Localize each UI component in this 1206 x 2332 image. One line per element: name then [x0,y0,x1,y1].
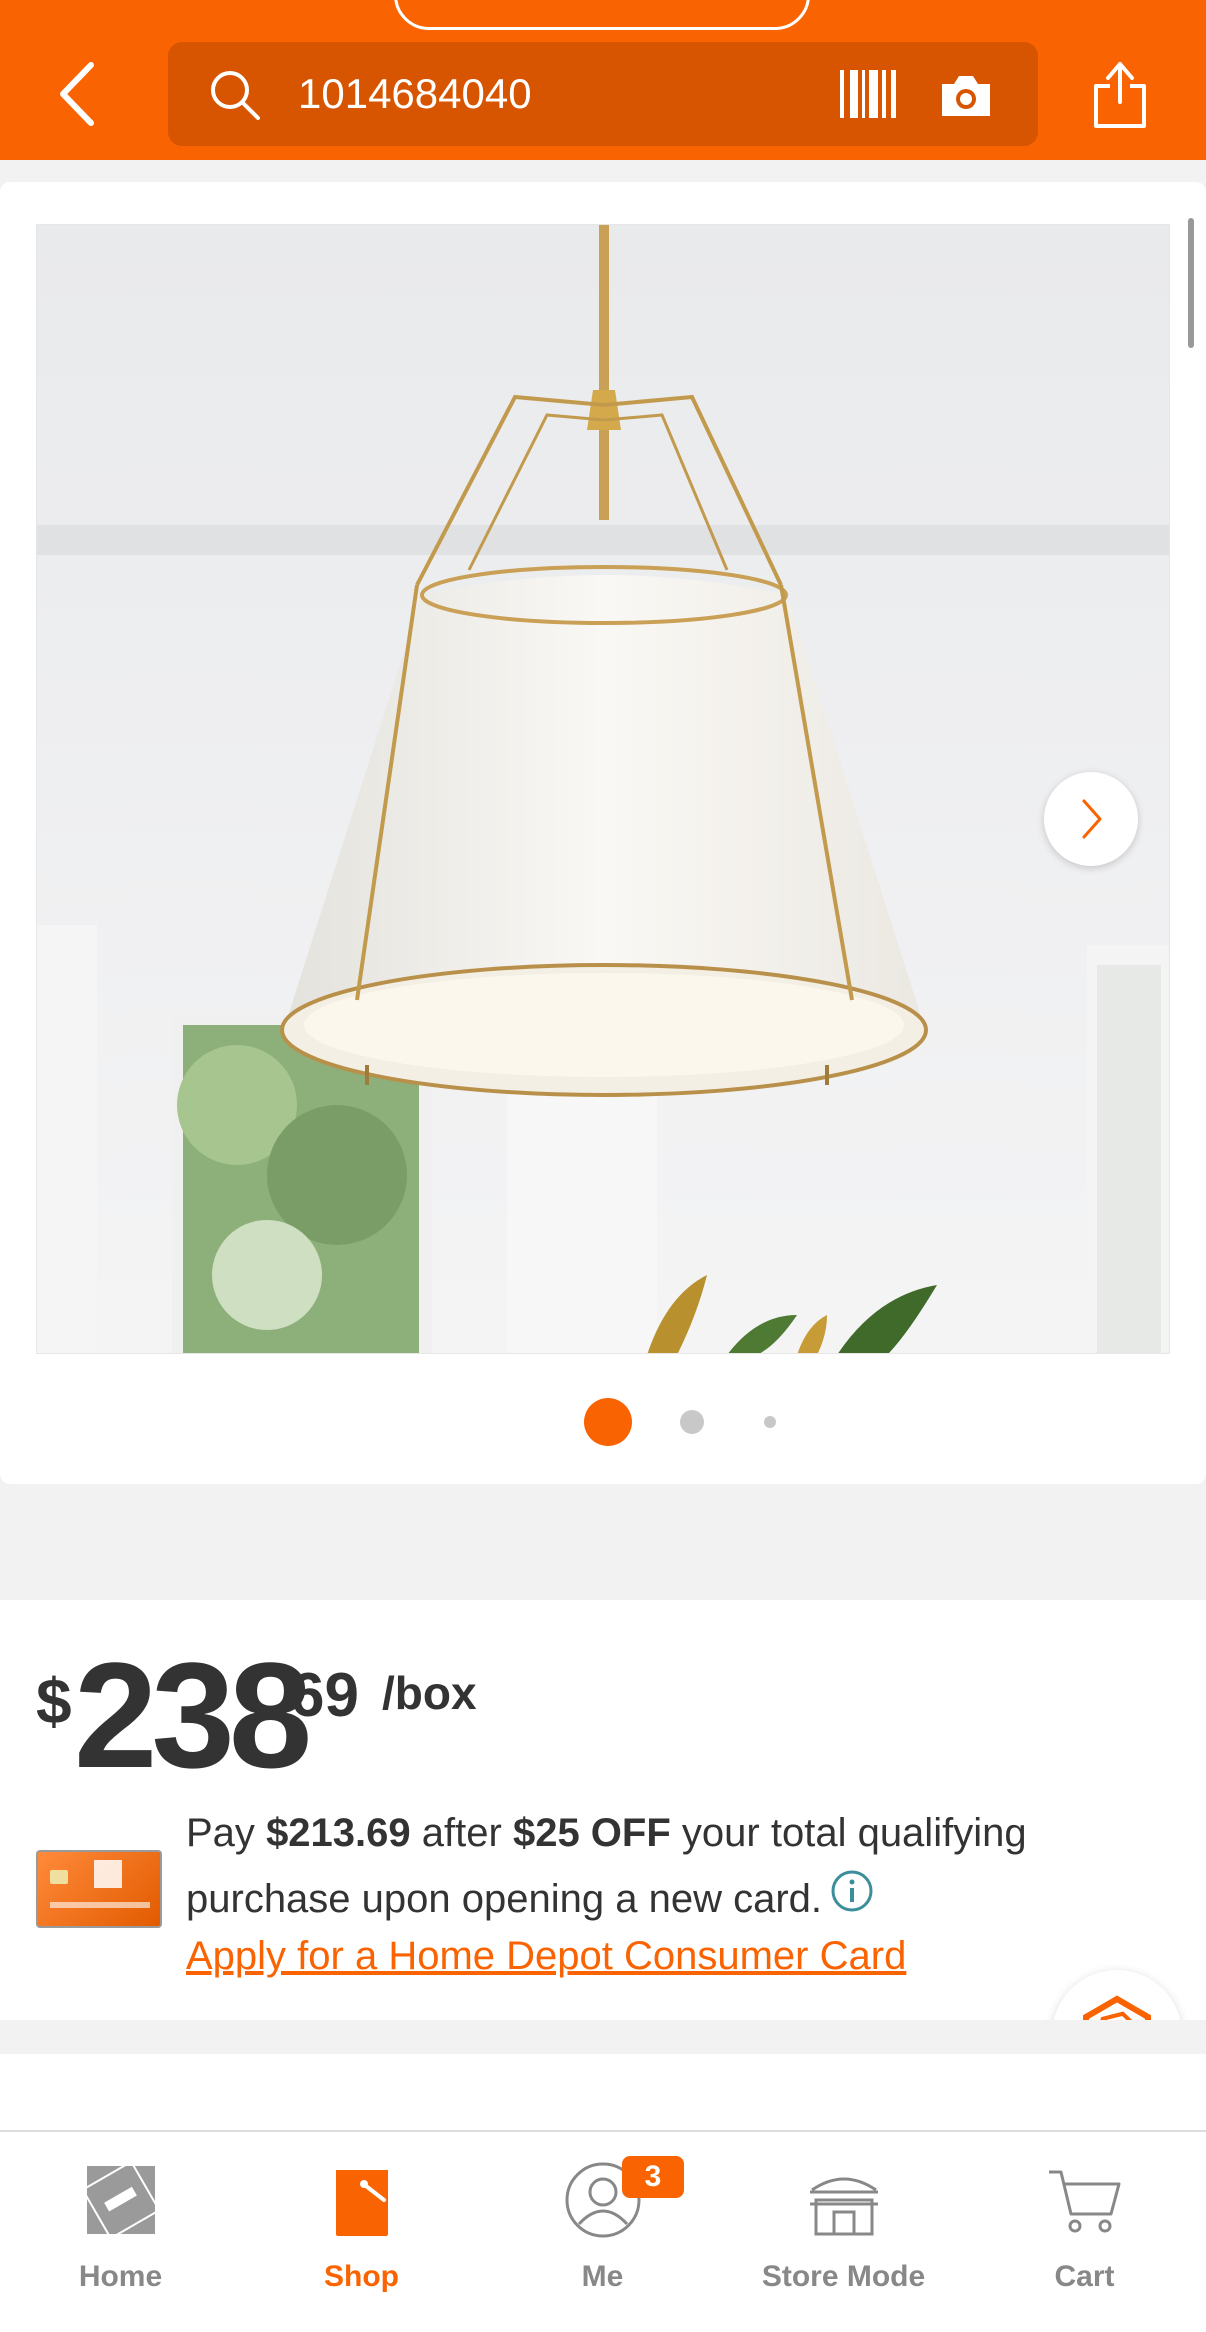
section-divider [0,2020,1206,2054]
nav-label-me: Me [581,2260,624,2293]
search-bar[interactable]: 1014684040 [168,42,1038,146]
image-scrollbar[interactable] [1188,218,1194,348]
nav-label-cart: Cart [1054,2260,1115,2293]
share-icon [1094,62,1146,128]
next-section [0,2054,1206,2130]
chevron-right-icon [1082,799,1102,839]
price-cents: 69 [290,1661,359,1730]
discount-amount: $25 OFF [512,1811,671,1855]
next-image-button[interactable] [1044,772,1138,866]
notification-badge: 3 [622,2156,684,2198]
nav-item-cart[interactable]: Cart [964,2144,1205,2324]
discounted-price: $213.69 [266,1811,411,1855]
info-icon[interactable] [830,1869,874,1913]
price-card: $ 238 69 /box Pay $213.69 after $25 OFF … [0,1600,1206,2020]
home-depot-logo-icon [94,1860,122,1888]
pagination-dot[interactable] [764,1416,776,1428]
card-promo-text: Pay $213.69 after $25 OFF your total qua… [186,1811,1027,1921]
pagination-dot-active[interactable] [584,1398,632,1446]
share-button[interactable] [1090,56,1150,132]
nav-item-me[interactable]: 3 Me [482,2144,723,2324]
back-icon [60,62,94,126]
shop-bag-icon [335,2170,388,2236]
nav-label-store-mode: Store Mode [761,2260,926,2293]
back-button[interactable] [52,56,102,132]
nav-label-home: Home [78,2260,163,2293]
bottom-navigation: Home Shop 3 Me Store Mode Cart [0,2130,1206,2332]
camera-icon[interactable] [938,70,994,120]
price-dollars: 238 [74,1631,312,1799]
nav-item-shop[interactable]: Shop [241,2144,482,2324]
search-icon [211,71,260,120]
header-pill[interactable] [394,0,810,30]
card-number-strip [50,1902,150,1908]
apply-consumer-card-link[interactable]: Apply for a Home Depot Consumer Card [186,1926,906,1986]
price-unit: /box [382,1667,477,1719]
nav-item-store-mode[interactable]: Store Mode [723,2144,964,2324]
nav-item-home[interactable]: Home [0,2144,241,2324]
pendant-lamp-image [37,225,1169,1353]
product-image-card [0,182,1206,1484]
nav-label-shop: Shop [324,2260,399,2293]
consumer-card-image [36,1850,162,1928]
top-header: 1014684040 [0,0,1206,160]
barcode-icon[interactable] [838,66,898,122]
image-pagination [0,1390,1206,1450]
home-depot-logo-icon [80,2160,161,2240]
cart-icon [1048,2170,1120,2233]
store-icon [809,2177,878,2236]
pagination-dot[interactable] [680,1410,704,1434]
product-image[interactable] [36,224,1170,1354]
search-query[interactable]: 1014684040 [298,68,532,120]
card-chip-icon [50,1870,68,1884]
price-currency: $ [36,1665,72,1737]
